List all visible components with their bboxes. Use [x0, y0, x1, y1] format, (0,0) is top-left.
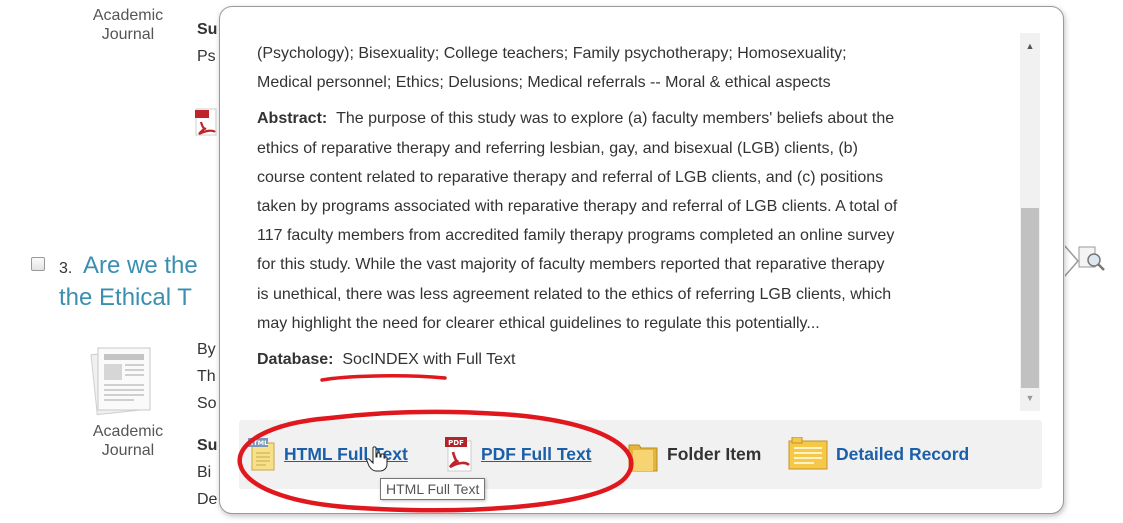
result-title-line2[interactable]: the Ethical T: [59, 282, 192, 314]
abstract-line: The purpose of this study was to explore…: [336, 110, 895, 128]
abstract-line: course content related to reparative the…: [257, 168, 884, 186]
tooltip: HTML Full Text: [380, 478, 486, 500]
abstract: Abstract: The purpose of this study was …: [257, 104, 1017, 338]
subjects-line: (Psychology); Bisexuality; College teach…: [257, 45, 847, 62]
subjects-line: Medical personnel; Ethics; Delusions; Me…: [257, 74, 831, 92]
html-full-text-icon: HTML: [248, 437, 275, 470]
pdf-icon-badge: PDF: [448, 439, 464, 447]
text-fragment: Bi: [197, 464, 212, 481]
preview-content: (Psychology); Bisexuality; College teach…: [257, 39, 1017, 374]
select-checkbox[interactable]: [31, 257, 45, 271]
folder-icon: [628, 444, 658, 471]
pdf-full-text-icon: PDF: [445, 436, 472, 471]
abstract-line: for this study. While the vast majority …: [257, 256, 885, 274]
abstract-line: is unethical, there was less agreement r…: [257, 285, 892, 303]
scrollbar-thumb[interactable]: [1021, 208, 1039, 388]
pubtype-label: Academic Journal: [92, 7, 164, 43]
result-title-line1[interactable]: Are we the: [83, 250, 198, 282]
text-fragment: De: [197, 491, 218, 508]
text-fragment: So: [197, 395, 217, 412]
scroll-down-arrow-icon[interactable]: ▼: [1020, 389, 1040, 407]
detailed-record-action[interactable]: Detailed Record: [788, 420, 969, 489]
result-preview-popup: (Psychology); Bisexuality; College teach…: [219, 6, 1064, 514]
abstract-line: ethics of reparative therapy and referri…: [257, 139, 858, 157]
abstract-line: may highlight the need for clearer ethic…: [257, 314, 820, 332]
action-bar: HTML HTML Full Text PDF PDF Full Text Fo…: [239, 420, 1042, 489]
pdf-full-text-link[interactable]: PDF Full Text: [481, 444, 592, 465]
pubtype-label: Academic Journal: [92, 423, 164, 459]
folder-item-action[interactable]: Folder Item: [627, 420, 761, 489]
database-label: Database:: [257, 351, 334, 369]
abstract-label: Abstract:: [257, 110, 328, 128]
pdf-icon[interactable]: [195, 108, 219, 138]
vertical-scrollbar[interactable]: ▲ ▼: [1020, 33, 1040, 411]
database-row: Database: SocINDEX with Full Text: [257, 345, 1017, 374]
text-fragment: Ps: [197, 48, 216, 65]
result-number: 3.: [59, 260, 73, 277]
subjects-text: (Psychology); Bisexuality; College teach…: [257, 39, 1017, 97]
database-value: SocINDEX with Full Text: [342, 351, 516, 369]
detailed-record-link[interactable]: Detailed Record: [836, 444, 969, 465]
scroll-up-arrow-icon[interactable]: ▲: [1020, 37, 1040, 55]
text-fragment: Th: [197, 368, 216, 385]
html-icon-badge: HTML: [248, 439, 268, 447]
abstract-line: 117 faculty members from accredited fami…: [257, 227, 895, 245]
byline-fragment: By: [197, 341, 216, 358]
subjects-label-fragment: Su: [197, 437, 218, 454]
hand-cursor-icon: [366, 446, 388, 472]
magnifier-icon[interactable]: [1076, 244, 1108, 274]
document-thumbnail-icon[interactable]: [86, 342, 158, 416]
folder-item-label[interactable]: Folder Item: [667, 444, 761, 465]
abstract-line: taken by programs associated with repara…: [257, 198, 898, 216]
html-full-text-link[interactable]: HTML Full Text: [284, 444, 408, 465]
detailed-record-icon: [788, 436, 828, 469]
subjects-label-fragment: Su: [197, 21, 218, 38]
